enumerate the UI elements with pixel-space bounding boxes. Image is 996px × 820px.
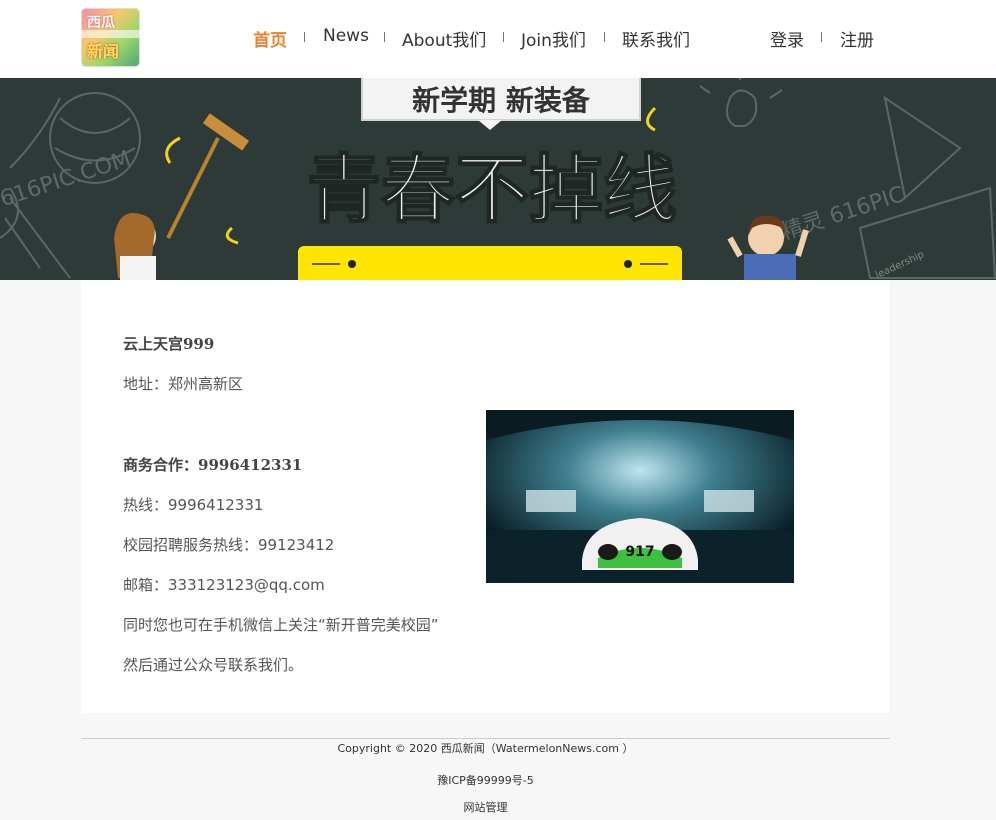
hero-banner[interactable]: 616PIC.COM 图精灵 616PIC leadership 新学期 新装备… <box>0 78 996 280</box>
banner-artwork: 616PIC.COM 图精灵 616PIC leadership 新学期 新装备… <box>0 78 996 280</box>
hotline-text: 热线：9996412331 <box>123 496 264 514</box>
banner-subtitle: 新学期 新装备 <box>412 84 591 117</box>
nav-about[interactable]: About我们 <box>402 26 486 51</box>
contact-photo: 917 <box>486 410 794 583</box>
footer-icp[interactable]: 豫ICP备99999号-5 <box>0 772 971 788</box>
banner-title: 青春不掉线 <box>307 147 677 233</box>
car-number: 917 <box>625 544 654 560</box>
site-header: 西瓜 新闻 首页 News About我们 Join我们 联系我们 登录 注册 <box>0 0 996 78</box>
wechat-text-2: 然后通过公众号联系我们。 <box>123 656 304 674</box>
address-text: 地址：郑州高新区 <box>123 375 244 393</box>
wechat-text-1: 同时您也可在手机微信上关注“新开普完美校园” <box>123 616 439 634</box>
logo-text-bottom: 新闻 <box>87 42 120 61</box>
nav-home[interactable]: 首页 <box>253 26 287 51</box>
contact-panel: 云上天宫999 地址：郑州高新区 商务合作：9996412331 热线：9996… <box>81 280 890 713</box>
nav-separator <box>384 32 385 42</box>
site-logo[interactable]: 西瓜 新闻 <box>81 8 140 67</box>
nav-separator <box>304 32 305 42</box>
company-name: 云上天宫999 <box>123 335 215 353</box>
email-text: 邮箱：333123123@qq.com <box>123 576 325 594</box>
campus-hotline-text: 校园招聘服务热线：99123412 <box>123 536 335 554</box>
lightbulb-icon <box>725 89 758 127</box>
footer-copyright: Copyright © 2020 西瓜新闻（WatermelonNews.com… <box>337 742 634 755</box>
footer-divider <box>81 738 890 739</box>
nav-separator <box>821 32 822 42</box>
business-contact: 商务合作：9996412331 <box>123 456 303 474</box>
footer-admin-link[interactable]: 网站管理 <box>0 799 971 815</box>
board-text: leadership <box>874 249 926 280</box>
register-link[interactable]: 注册 <box>840 26 874 51</box>
mop-handle <box>166 137 220 239</box>
nav-separator <box>604 32 605 42</box>
nav-news[interactable]: News <box>323 26 369 46</box>
mop-head <box>202 113 250 151</box>
nav-contact[interactable]: 联系我们 <box>622 26 690 51</box>
logo-text-top: 西瓜 <box>87 15 115 31</box>
nav-separator <box>503 32 504 42</box>
nav-join[interactable]: Join我们 <box>521 26 586 51</box>
login-link[interactable]: 登录 <box>770 26 804 51</box>
